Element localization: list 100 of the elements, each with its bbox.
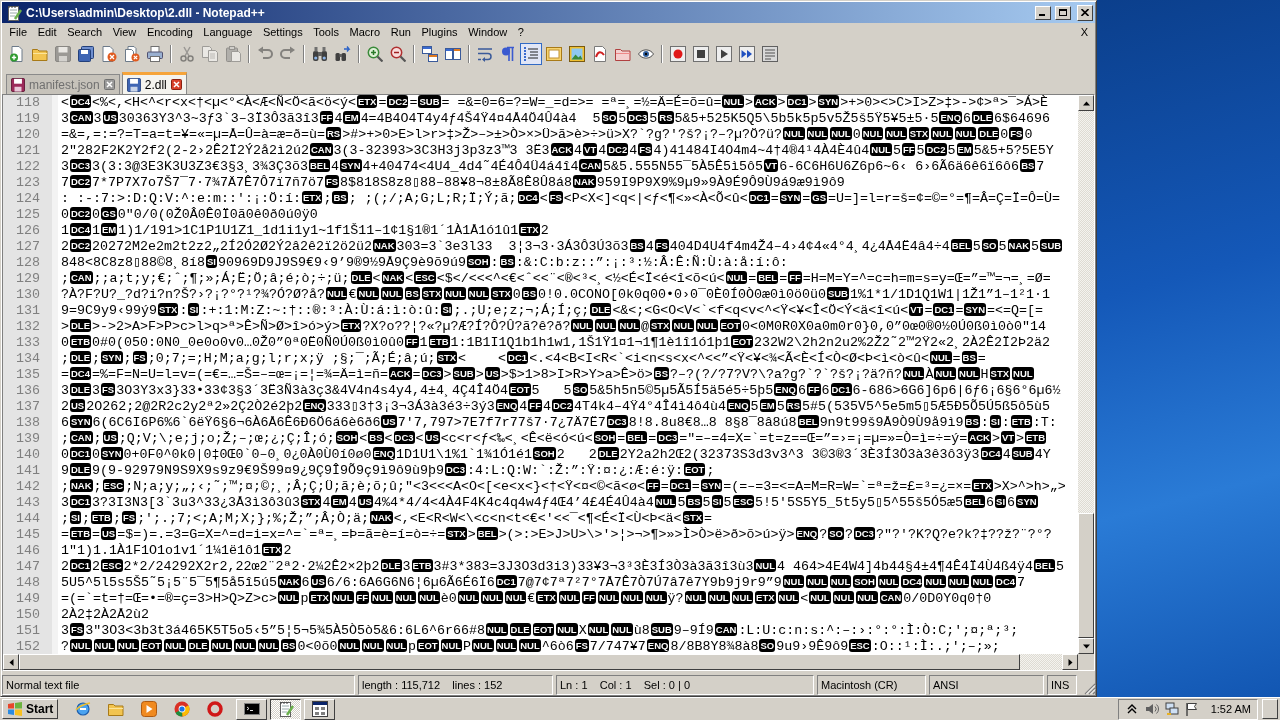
menu-item[interactable]: Tools — [307, 24, 345, 41]
pilcrow-icon[interactable] — [499, 46, 516, 62]
control-character: DC4 — [517, 191, 539, 204]
play-icon[interactable] — [715, 46, 732, 62]
control-character: NUL — [870, 143, 892, 156]
word-wrap-icon[interactable] — [476, 46, 493, 62]
menu-item[interactable]: Language — [198, 24, 258, 41]
speaker-icon[interactable] — [1144, 702, 1159, 716]
show-desktop-button[interactable] — [1262, 699, 1278, 719]
menu-item[interactable]: Window — [462, 24, 513, 41]
network-icon[interactable] — [1164, 702, 1179, 716]
control-character: FS — [324, 175, 340, 188]
code-text: ;;a;t;y;€;ˆ;¶;»;Á;Ë;Ö;â;é;ò;÷;ü; — [93, 271, 350, 286]
record-icon[interactable] — [669, 46, 686, 62]
floppy-disks-icon[interactable] — [77, 46, 94, 62]
control-character: EM — [343, 111, 360, 124]
folder-icon[interactable] — [31, 46, 48, 62]
control-character: DLE — [597, 447, 619, 460]
code-text: 5 5 — [531, 383, 572, 398]
control-character: DC3 — [853, 527, 875, 540]
document-icon[interactable] — [591, 46, 608, 62]
control-character: CAN — [70, 271, 93, 284]
folder-icon[interactable] — [614, 46, 631, 62]
control-character: DC2 — [387, 95, 409, 108]
control-character: FF — [788, 271, 802, 284]
menu-item[interactable]: Run — [385, 24, 417, 41]
control-character: US — [70, 399, 86, 412]
menu-item[interactable]: Settings — [257, 24, 308, 41]
scroll-down-button[interactable] — [1078, 638, 1094, 654]
circle-logo-icon[interactable] — [174, 701, 191, 717]
scrollbar-thumb[interactable] — [1078, 513, 1094, 638]
code-text: ; — [61, 271, 69, 286]
resize-grip-icon[interactable] — [1082, 681, 1096, 695]
clock[interactable]: 1:52 AM — [1210, 703, 1251, 715]
folder-icon[interactable] — [108, 701, 125, 717]
menu-item[interactable]: Macro — [344, 24, 386, 41]
close-icon[interactable] — [103, 79, 115, 90]
code-text: 0 — [1024, 127, 1033, 142]
taskbar-button[interactable] — [270, 698, 302, 720]
code-text: 7@7¢7ª7²7°7Å7Ê7Ò7Ú7â7ê7Y9b9j9r9”9 — [517, 575, 782, 590]
menu-item[interactable]: View — [107, 24, 142, 41]
picture-icon[interactable] — [568, 46, 585, 62]
binoculars-icon[interactable] — [311, 46, 328, 62]
start-button[interactable]: Start — [2, 699, 59, 719]
code-text: 6-686>6G6]6p6|6ƒ6¡6§6°6µ6½ — [852, 383, 1061, 398]
maximize-button[interactable] — [1055, 5, 1071, 20]
control-character: ESC — [102, 479, 125, 492]
new-document-icon[interactable] — [8, 46, 25, 62]
two-windows-icon[interactable] — [444, 46, 461, 62]
control-character: SI — [188, 303, 200, 316]
control-character: EM — [759, 399, 776, 412]
indent-guide-icon[interactable] — [519, 43, 542, 65]
menu-item[interactable]: File — [4, 24, 33, 41]
zoom-out-icon[interactable] — [389, 46, 406, 62]
document-close-icon[interactable] — [100, 46, 117, 62]
documents-close-icon[interactable] — [123, 46, 140, 62]
control-character: STX — [908, 127, 930, 140]
editor-text-area[interactable] — [58, 95, 1078, 654]
printer-icon[interactable] — [146, 46, 163, 62]
scroll-left-button[interactable] — [3, 654, 19, 670]
close-document-button[interactable]: X — [1075, 24, 1093, 41]
menu-item[interactable]: Encoding — [141, 24, 199, 41]
two-windows-icon[interactable] — [421, 46, 438, 62]
control-character: SYN — [964, 303, 986, 316]
menu-item[interactable]: Plugins — [416, 24, 463, 41]
menu-item[interactable]: Edit — [32, 24, 62, 41]
control-character: ENQ — [372, 447, 396, 460]
list-icon[interactable] — [761, 46, 778, 62]
panel-icon[interactable] — [545, 46, 562, 62]
media-player-icon[interactable] — [141, 701, 158, 717]
minimize-button[interactable] — [1035, 5, 1051, 20]
vertical-scrollbar[interactable] — [1078, 95, 1094, 654]
stop-icon[interactable] — [692, 46, 709, 62]
menu-item[interactable]: Search — [61, 24, 108, 41]
binoculars-arrows-icon[interactable] — [334, 46, 351, 62]
menu-item[interactable]: ? — [512, 24, 530, 41]
close-button[interactable] — [1077, 4, 1093, 21]
control-character: NUL — [856, 591, 878, 604]
eye-icon[interactable] — [637, 46, 654, 62]
code-text: 6 — [61, 415, 69, 430]
code-text: 5 — [947, 143, 956, 158]
tab[interactable]: 2.dll — [121, 72, 187, 94]
control-character: SUB — [418, 95, 441, 108]
control-character: RS — [325, 127, 342, 140]
line-number: 132 — [16, 319, 40, 335]
globe-icon[interactable] — [75, 701, 92, 717]
zoom-in-icon[interactable] — [366, 46, 383, 62]
control-character: DC2 — [607, 143, 629, 156]
control-character: SO — [981, 239, 998, 252]
scroll-up-button[interactable] — [1078, 95, 1094, 111]
code-text: > — [808, 95, 817, 110]
fast-forward-icon[interactable] — [738, 46, 755, 62]
control-character: ETX — [519, 223, 540, 236]
close-icon[interactable] — [170, 79, 182, 90]
ring-icon[interactable] — [207, 701, 224, 717]
control-character: NAK — [277, 575, 301, 588]
scroll-right-button[interactable] — [1062, 654, 1078, 670]
control-character: NUL — [722, 95, 744, 108]
flag-icon[interactable] — [1184, 702, 1199, 716]
control-character: NUL — [117, 639, 139, 652]
